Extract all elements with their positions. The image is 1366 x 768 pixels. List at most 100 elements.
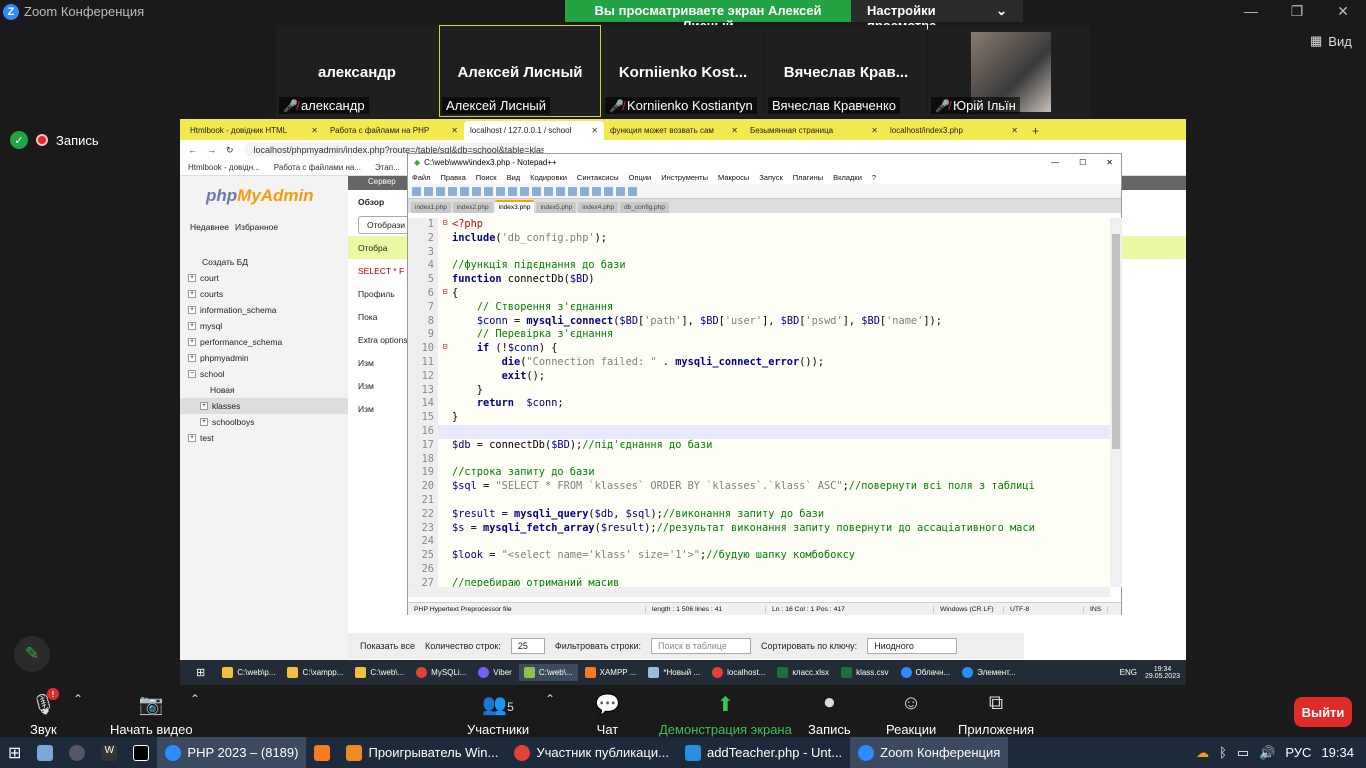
find-icon[interactable] [544,186,553,196]
start-icon[interactable]: ⊞ [0,737,29,768]
expand-icon[interactable]: + [188,306,196,314]
taskbar-item[interactable]: C:\web\p... [217,664,280,681]
sort-select[interactable]: Ниодного [867,638,958,654]
vertical-scrollbar[interactable] [1110,218,1122,587]
taskbar-item[interactable]: C:\xampp... [282,664,348,681]
lang-indicator[interactable]: ENG [1120,668,1137,677]
sync-icon[interactable] [592,186,601,196]
new-file-icon[interactable] [412,186,421,196]
tree-item[interactable]: + courts [180,286,348,302]
taskbar-item[interactable]: класс.xlsx [772,664,834,681]
taskbar-item[interactable]: C:\web\... [518,664,578,681]
menu-item[interactable]: Вкладки [833,173,862,182]
expand-icon[interactable]: + [188,434,196,442]
browser-tab[interactable]: localhost/index3.php ✕ [884,121,1024,140]
expand-icon[interactable]: + [188,274,196,282]
horizontal-scrollbar[interactable] [408,587,1110,597]
chevron-up-icon[interactable]: ⌃ [190,692,200,706]
expand-icon[interactable]: + [188,290,196,298]
close-icon[interactable]: ✕ [311,126,318,135]
taskbar-pinned-icon[interactable]: W [93,737,125,768]
zoom-out-icon[interactable] [580,186,589,196]
browser-tab[interactable]: функция может возвать сам ✕ [604,121,744,140]
expand-icon[interactable]: + [188,354,196,362]
leave-button[interactable]: Выйти [1294,697,1352,727]
file-tab[interactable]: index1.php [411,202,451,213]
menu-item[interactable]: Правка [440,173,465,182]
minimize-icon[interactable]: — [1051,158,1059,167]
menu-item[interactable]: Поиск [476,173,497,182]
taskbar-pinned-icon[interactable] [306,737,338,768]
code-editor[interactable]: 1 ⊟ <?php 2 include('db_config.php'); 3 4//… [408,218,1110,587]
browser-tab[interactable]: Htmlbook - довідник HTML ✕ [184,121,324,140]
tree-item[interactable]: + court [180,270,348,286]
back-icon[interactable]: ← [188,145,197,155]
participant-tile[interactable]: 🎤̸ Юрій Ільїн [928,25,1090,117]
print-icon[interactable] [472,186,481,196]
bookmark-item[interactable]: Htmlbook - довідн... [188,163,260,172]
collapse-icon[interactable]: − [188,370,196,378]
minimize-icon[interactable]: — [1228,3,1274,20]
file-tab-active[interactable]: index3.php [494,200,535,213]
close-icon[interactable]: ✕ [871,126,878,135]
taskbar-item[interactable]: *Новый ... [643,664,705,681]
taskbar-item[interactable]: Облачн... [896,664,956,681]
close-icon[interactable]: ✕ [1011,126,1018,135]
apps-button[interactable]: ⧉ Приложения [958,692,1034,737]
annotate-pen-icon[interactable]: ✎ [14,636,50,672]
close-icon[interactable]: ✕ [731,126,738,135]
replace-icon[interactable] [556,186,565,196]
participant-tile-active[interactable]: Алексей Лисный Алексей Лисный [439,25,601,117]
zoom-in-icon[interactable] [568,186,577,196]
menu-item[interactable]: Опции [629,173,652,182]
tree-item[interactable]: + performance_schema [180,334,348,350]
menu-item[interactable]: Макросы [718,173,749,182]
maximize-icon[interactable]: ☐ [1079,158,1086,167]
windows-start-icon[interactable]: ⊞ [186,666,215,679]
open-icon[interactable] [424,186,433,196]
forward-icon[interactable]: → [207,145,216,155]
file-tab[interactable]: index2.php [452,202,493,213]
tree-item[interactable]: + test [180,430,348,446]
tree-item[interactable]: Новая [180,382,348,398]
file-tab[interactable]: index5.php [536,202,577,213]
expand-icon[interactable]: + [200,402,208,410]
participant-tile[interactable]: Вячеслав Крав... Вячеслав Кравченко [765,25,927,117]
tree-item[interactable]: + klasses [180,398,348,414]
nav-recent[interactable]: Недавнее [190,222,229,232]
close-icon[interactable]: ✕ [451,126,458,135]
taskbar-item[interactable]: XAMPP ... [580,664,642,681]
taskbar-item-phpstorm[interactable]: PHP 2023 – (8189) [157,737,307,768]
close-file-icon[interactable] [460,186,469,196]
reactions-button[interactable]: ☺ Реакции [886,692,936,737]
new-tab-icon[interactable]: + [1024,124,1047,140]
chat-button[interactable]: 💬 Чат [595,692,620,737]
show-all-label[interactable]: Показать все [360,641,415,651]
chevron-up-icon[interactable]: ⌃ [545,692,555,706]
expand-icon[interactable]: + [200,418,208,426]
start-video-button[interactable]: 📷 Начать видео [110,692,193,737]
rows-select[interactable]: 25 [510,638,545,654]
maximize-icon[interactable]: ❐ [1274,3,1320,20]
file-tab[interactable]: db_config.php [620,202,669,213]
taskbar-item-player[interactable]: Проигрыватель Win... [338,737,506,768]
taskbar-item[interactable]: C:\web\... [350,664,409,681]
tree-item[interactable]: + information_schema [180,302,348,318]
menu-item[interactable]: Запуск [759,173,782,182]
menu-item[interactable]: Инструменты [661,173,708,182]
menu-item[interactable]: Вид [507,173,521,182]
copy-icon[interactable] [496,186,505,196]
wrap-icon[interactable] [604,186,613,196]
nav-favorites[interactable]: Избранное [235,222,278,232]
taskbar-item[interactable]: localhost... [707,664,770,681]
undo-icon[interactable] [520,186,529,196]
tree-item[interactable]: Создать БД [180,254,348,270]
expand-icon[interactable]: + [188,322,196,330]
menu-item[interactable]: Кодировки [530,173,567,182]
menu-item[interactable]: ? [872,173,876,182]
lang-indicator[interactable]: РУС [1285,745,1311,760]
tree-item[interactable]: + phpmyadmin [180,350,348,366]
save-all-icon[interactable] [448,186,457,196]
participants-button[interactable]: 👥5 Участники [467,692,529,737]
bookmark-item[interactable]: Работа с файлами на... [274,163,361,172]
